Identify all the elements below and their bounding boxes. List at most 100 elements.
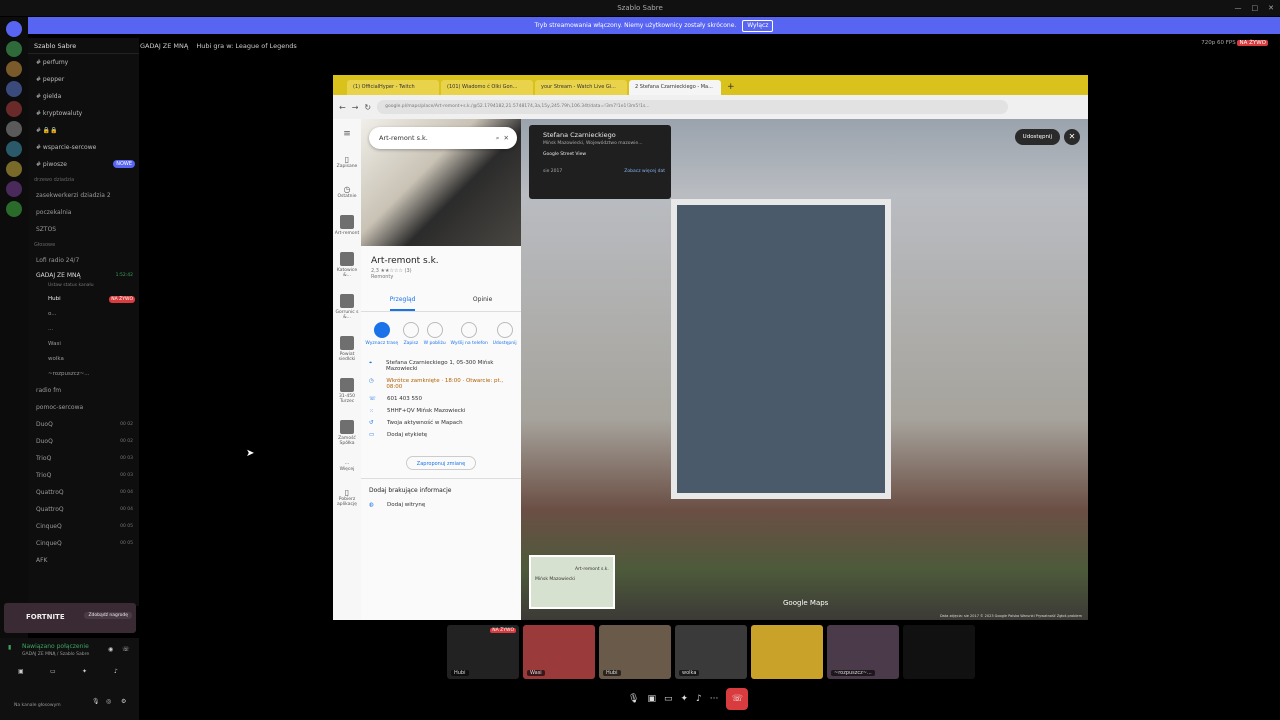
voice-user[interactable]: Wasi [28, 337, 139, 352]
voice-user[interactable]: NA ŻYWO Hubi [28, 292, 139, 307]
new-tab-icon[interactable]: + [723, 80, 735, 95]
browser-tab[interactable]: (1) OfficialHyper - Twitch [347, 80, 439, 95]
add-website-row[interactable]: ◍ Dodaj witrynę [361, 502, 521, 512]
back-icon[interactable]: ← [339, 103, 346, 112]
address-row[interactable]: ⌖ Stefana Czarnieckiego 1, 05-300 Mińsk M… [369, 360, 513, 372]
send-to-phone-button[interactable]: Wyślij na telefon [451, 322, 488, 346]
participant-tile[interactable] [903, 625, 975, 679]
business-category[interactable]: Remonty [361, 274, 521, 280]
channel-item[interactable]: # perfumy [28, 54, 139, 71]
mic-icon[interactable]: 🎙 [628, 694, 639, 704]
more-dates-link[interactable]: Zobacz więcej dat [624, 169, 665, 174]
screen-share-icon[interactable]: ▭ [664, 694, 673, 704]
server-icon[interactable] [6, 121, 22, 137]
disconnect-icon[interactable]: ☏ [122, 646, 130, 653]
street-view[interactable]: Stefana Czarnieckiego Mińsk Mazowiecki, … [521, 119, 1088, 620]
voice-channel[interactable]: 00 03 TrioQ [28, 467, 139, 484]
menu-icon[interactable]: ≡ [333, 129, 361, 139]
voice-channel[interactable]: radio fm [28, 382, 139, 399]
voice-channel[interactable]: AFK [28, 552, 139, 569]
suggest-edit-button[interactable]: Zaproponuj zmianę [406, 456, 476, 470]
close-streetview-icon[interactable]: ✕ [1064, 129, 1080, 145]
voice-user[interactable]: ... [28, 322, 139, 337]
browser-tab[interactable]: your Stream - Watch Live Gi... [535, 80, 627, 95]
nav-more[interactable]: ··· Więcej [333, 462, 361, 472]
headset-icon[interactable]: ◎ [106, 698, 111, 705]
tab-reviews[interactable]: Opinie [473, 290, 492, 311]
voice-user[interactable]: o... [28, 307, 139, 322]
promo-card[interactable]: FORTNITE Zdobądź nagrodę [4, 603, 136, 633]
participant-tile[interactable]: NA ŻYWO Hubi [447, 625, 519, 679]
server-icon[interactable] [6, 201, 22, 217]
server-icon[interactable] [6, 81, 22, 97]
nav-recent-place[interactable]: Gorrunic s &... [333, 294, 361, 320]
voice-channel[interactable]: pomoc-sercowa [28, 399, 139, 416]
reload-icon[interactable]: ↻ [364, 103, 371, 112]
nearby-button[interactable]: W pobliżu [424, 322, 446, 346]
nav-recent-place[interactable]: 31-450 Turzec [333, 378, 361, 404]
hours-row[interactable]: ◷ Wkrótce zamknięte · 18:00 · Otwarcie: p… [369, 378, 513, 390]
claim-reward-button[interactable]: Zdobądź nagrodę [84, 612, 132, 619]
server-icon[interactable] [6, 101, 22, 117]
voice-channel[interactable]: Lofi radio 24/7 [28, 252, 139, 269]
phone-row[interactable]: ☏ 601 403 550 [369, 396, 513, 402]
settings-icon[interactable]: ⚙ [121, 698, 126, 705]
channel-item[interactable]: # 🔒🔒 [28, 122, 139, 139]
screen-share-icon[interactable]: ▭ [50, 668, 56, 675]
search-icon[interactable]: ⌕ [496, 134, 500, 142]
channel-item[interactable]: # wsparcie-sercowe [28, 139, 139, 156]
activity-row[interactable]: ↺ Twoja aktywność w Mapach [369, 420, 513, 426]
nav-recent-place[interactable]: Art-remont [333, 215, 361, 236]
mic-icon[interactable]: 🎙 [92, 698, 100, 705]
tab-overview[interactable]: Przegląd [389, 290, 416, 311]
voice-channel[interactable]: zasekwerkerzi dziadzia 2 [28, 187, 139, 204]
voice-channel[interactable]: 00 04 QuattroQ [28, 484, 139, 501]
channel-item[interactable]: # pepper [28, 71, 139, 88]
voice-channel[interactable]: 00 05 CinqueQ [28, 535, 139, 552]
close-icon[interactable]: ✕ [1268, 0, 1274, 16]
directions-button[interactable]: Wyznacz trasę [365, 322, 398, 346]
voice-channel[interactable]: 00 05 CinqueQ [28, 518, 139, 535]
channel-item[interactable]: # kryptowaluty [28, 105, 139, 122]
soundboard-icon[interactable]: ♪ [114, 668, 118, 675]
share-button[interactable]: Udostępnij [493, 322, 517, 346]
voice-channel[interactable]: 00 02 DuoQ [28, 416, 139, 433]
url-field[interactable]: google.pl/maps/place/Art-remont+s.k./@52… [377, 100, 1008, 114]
streetview-source[interactable]: Google Street View [543, 152, 665, 157]
server-icon[interactable] [6, 181, 22, 197]
channel-item-piwosze[interactable]: NOWE # piwosze [28, 156, 139, 173]
connection-channel[interactable]: GADAJ ZE MNĄ / Szablo Sabre [22, 652, 89, 657]
label-row[interactable]: ▭ Dodaj etykietę [369, 432, 513, 438]
browser-tab-active[interactable]: 2 Stefana Czarnieckiego - Ma... [629, 80, 721, 95]
forward-icon[interactable]: → [352, 103, 359, 112]
server-icon[interactable] [6, 161, 22, 177]
activity-icon[interactable]: ✦ [82, 668, 87, 675]
channel-status[interactable]: Ustaw status kanału [28, 282, 139, 292]
disable-streamer-mode-button[interactable]: Wyłącz [742, 20, 774, 32]
nav-recent-place[interactable]: Powiat siedlcki [333, 336, 361, 362]
nav-recent-place[interactable]: Katowice &... [333, 252, 361, 278]
plus-code-row[interactable]: ⁙ 5HHF+QV Mińsk Mazowiecki [369, 408, 513, 414]
participant-tile[interactable]: ~rozpuszcz~... [827, 625, 899, 679]
minimize-icon[interactable]: — [1235, 0, 1242, 16]
camera-icon[interactable]: ▣ [647, 694, 656, 704]
participant-tile[interactable]: wolka [675, 625, 747, 679]
server-name[interactable]: Szablo Sabre [28, 38, 139, 54]
voice-channel[interactable]: 00 03 TrioQ [28, 450, 139, 467]
server-icon[interactable] [6, 41, 22, 57]
save-button[interactable]: Zapisz [402, 322, 419, 346]
voice-channel[interactable]: SZTOS [28, 221, 139, 238]
soundboard-icon[interactable]: ♪ [696, 694, 702, 704]
home-icon[interactable] [6, 21, 22, 37]
server-icon[interactable] [6, 141, 22, 157]
channel-item[interactable]: # gielda [28, 88, 139, 105]
participant-tile[interactable]: Wasi [523, 625, 595, 679]
category-header[interactable]: drzewo dziadzia [28, 173, 139, 187]
maximize-icon[interactable]: □ [1252, 0, 1259, 16]
more-icon[interactable]: ··· [710, 694, 719, 704]
clear-search-icon[interactable]: ✕ [504, 134, 509, 142]
voice-channel[interactable]: 00 04 QuattroQ [28, 501, 139, 518]
maps-search-box[interactable]: Art-remont s.k. ⌕ ✕ [369, 127, 517, 149]
voice-user[interactable]: wolka [28, 352, 139, 367]
participant-tile[interactable]: Hubi [599, 625, 671, 679]
